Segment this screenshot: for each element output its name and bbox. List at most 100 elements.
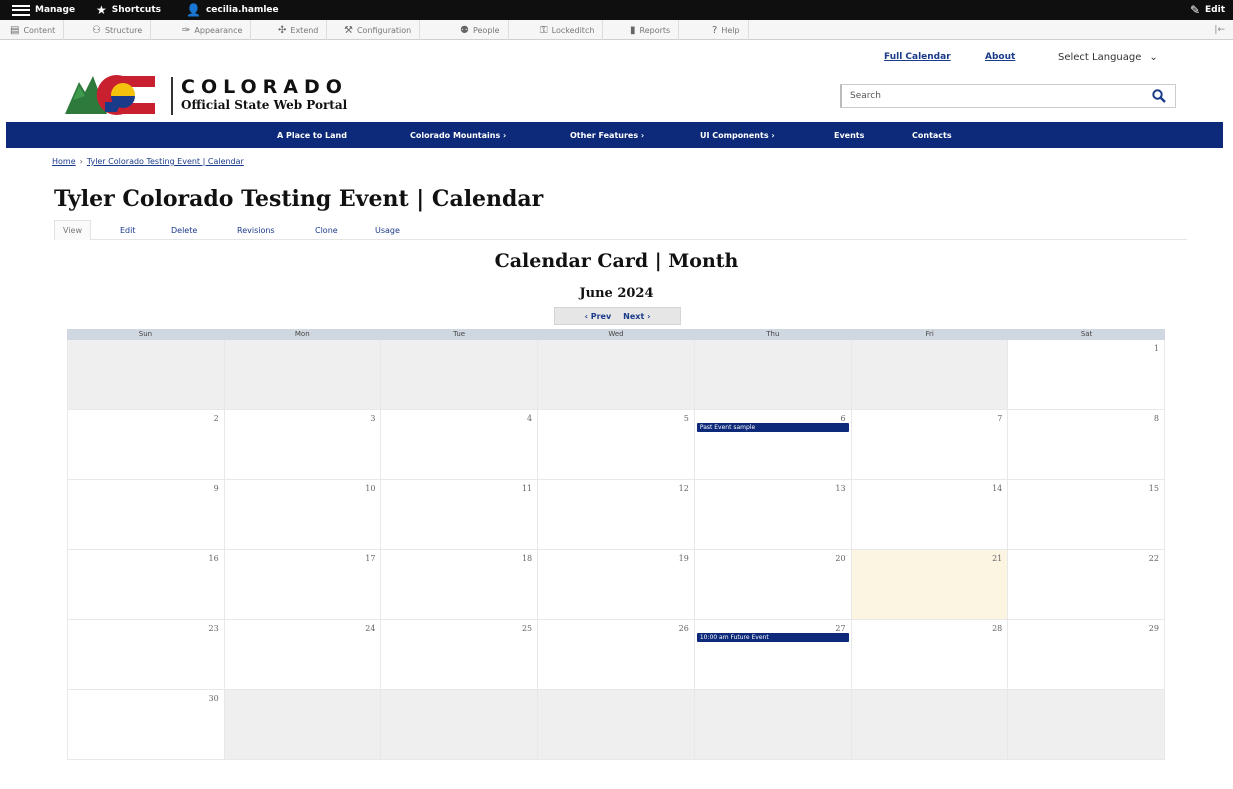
calendar-day-cell[interactable]: 5 <box>538 410 695 480</box>
nav-item-colorado-mountains[interactable]: Colorado Mountains › <box>410 122 506 148</box>
calendar-day-cell[interactable]: 2 <box>68 410 225 480</box>
calendar-day-number: 6 <box>840 414 846 423</box>
tray-label: Lockeditch <box>551 25 595 35</box>
calendar-day-cell[interactable]: 7 <box>851 410 1009 480</box>
calendar-day-cell[interactable]: 22 <box>1008 550 1165 620</box>
weekday-mon: Mon <box>294 330 310 338</box>
calendar-day-number: 10 <box>365 484 376 493</box>
tray-item-reports[interactable]: ▮ Reports <box>630 20 680 40</box>
calendar-day-cell[interactable]: 18 <box>381 550 539 620</box>
nav-item-other-features[interactable]: Other Features › <box>570 122 644 148</box>
calendar-day-number: 25 <box>521 624 533 633</box>
hamburger-icon <box>12 4 30 16</box>
tab-edit[interactable]: Edit <box>120 220 136 240</box>
calendar-day-cell[interactable]: 27 10:00 am Future Event <box>694 620 852 690</box>
calendar-empty-cell <box>851 690 1009 760</box>
calendar-day-number: 23 <box>208 624 219 633</box>
calendar-day-cell[interactable]: 8 <box>1008 410 1165 480</box>
calendar-empty-cell <box>694 690 852 760</box>
prev-month-button[interactable]: ‹ Prev <box>585 312 612 321</box>
manage-button[interactable]: Manage <box>12 0 75 20</box>
tray-label: Appearance <box>194 25 243 35</box>
nav-item-a-place-to-land[interactable]: A Place to Land <box>277 122 347 148</box>
lock-icon: ⚿ <box>540 24 548 36</box>
colorado-logo-icon[interactable] <box>65 72 165 116</box>
calendar-day-cell[interactable]: 1 <box>1008 340 1165 410</box>
calendar-day-cell[interactable]: 12 <box>538 480 695 550</box>
calendar-event[interactable]: 10:00 am Future Event <box>696 633 849 642</box>
calendar-heading: Calendar Card | Month <box>494 250 739 272</box>
breadcrumb-current-link[interactable]: Tyler Colorado Testing Event | Calendar <box>87 157 244 166</box>
edit-button[interactable]: ✎ Edit <box>1190 0 1225 20</box>
calendar-day-cell[interactable]: 17 <box>224 550 382 620</box>
language-select[interactable]: Select Language ⌄ <box>1058 52 1158 63</box>
calendar-day-number: 7 <box>997 414 1003 423</box>
tab-revisions[interactable]: Revisions <box>237 220 275 240</box>
tray-label: Structure <box>104 25 143 35</box>
content-icon: ▤ <box>10 24 20 36</box>
user-button[interactable]: 👤 cecilia.hamlee <box>186 0 279 20</box>
logo-wordmark[interactable]: COLORADO <box>181 76 348 98</box>
calendar-day-number: 30 <box>208 694 219 703</box>
calendar-day-cell[interactable]: 13 <box>694 480 852 550</box>
about-link[interactable]: About <box>985 52 1015 62</box>
calendar-day-cell[interactable]: 6 Past Event sample <box>694 410 852 480</box>
calendar-day-cell[interactable]: 3 <box>224 410 382 480</box>
calendar-day-number: 13 <box>835 484 846 493</box>
shortcuts-button[interactable]: ★ Shortcuts <box>96 0 161 20</box>
tray-label: People <box>472 25 500 35</box>
tray-label: Reports <box>639 25 671 35</box>
tray-item-extend[interactable]: ✣ Extend <box>278 20 328 40</box>
tray-item-structure[interactable]: ⚇ Structure <box>92 20 152 40</box>
tray-label: Content <box>23 25 56 35</box>
tab-delete[interactable]: Delete <box>171 220 197 240</box>
tray-item-content[interactable]: ▤ Content <box>10 20 65 40</box>
calendar-day-cell[interactable]: 4 <box>381 410 539 480</box>
tray-item-help[interactable]: ? Help <box>712 20 749 40</box>
help-icon: ? <box>712 24 718 36</box>
nav-item-contacts[interactable]: Contacts <box>912 122 952 148</box>
calendar-day-cell[interactable]: 21 <box>851 550 1009 620</box>
calendar-day-cell[interactable]: 28 <box>851 620 1009 690</box>
calendar-body: 1 2 3 4 5 6 Past Event sample 7 8 9 10 11 12 13 14 15 16… <box>67 340 1165 760</box>
calendar-day-cell[interactable]: 16 <box>68 550 225 620</box>
calendar-day-cell[interactable]: 29 <box>1008 620 1165 690</box>
people-icon: ⚉ <box>460 24 469 36</box>
breadcrumb-home-link[interactable]: Home <box>52 157 76 166</box>
calendar-day-cell[interactable]: 26 <box>538 620 695 690</box>
user-label: cecilia.hamlee <box>205 5 279 15</box>
tray-item-people[interactable]: ⚉ People <box>460 20 509 40</box>
full-calendar-link[interactable]: Full Calendar <box>884 52 951 62</box>
calendar-day-cell[interactable]: 23 <box>68 620 225 690</box>
calendar-day-cell[interactable]: 15 <box>1008 480 1165 550</box>
calendar-event[interactable]: Past Event sample <box>696 423 849 432</box>
tab-clone[interactable]: Clone <box>315 220 338 240</box>
calendar-empty-cell <box>538 690 695 760</box>
collapse-tray-button[interactable]: |← <box>1214 20 1225 40</box>
tray-item-configuration[interactable]: ⚒ Configuration <box>344 20 421 40</box>
nav-item-ui-components[interactable]: UI Components › <box>700 122 775 148</box>
calendar-day-cell[interactable]: 25 <box>381 620 539 690</box>
calendar-day-cell[interactable]: 30 <box>68 690 225 760</box>
calendar-day-cell[interactable]: 10 <box>224 480 382 550</box>
tab-usage[interactable]: Usage <box>375 220 400 240</box>
search-icon[interactable] <box>1151 88 1167 104</box>
calendar-day-number: 2 <box>213 414 219 423</box>
tray-item-appearance[interactable]: ✑ Appearance <box>182 20 252 40</box>
tab-view[interactable]: View <box>54 220 91 240</box>
calendar-day-cell[interactable]: 11 <box>381 480 539 550</box>
calendar-day-cell[interactable]: 24 <box>224 620 382 690</box>
calendar-day-number: 24 <box>365 624 376 633</box>
calendar-day-cell[interactable]: 20 <box>694 550 852 620</box>
calendar-day-cell[interactable]: 9 <box>68 480 225 550</box>
weekday-fri: Fri <box>925 330 934 338</box>
tray-label: Help <box>721 25 740 35</box>
next-month-button[interactable]: Next › <box>623 312 650 321</box>
tray-item-lockeditch[interactable]: ⚿ Lockeditch <box>540 20 604 40</box>
search-input[interactable] <box>850 88 1140 104</box>
nav-item-events[interactable]: Events <box>834 122 864 148</box>
calendar-day-number: 16 <box>208 554 219 563</box>
weekday-sat: Sat <box>1080 330 1093 338</box>
calendar-day-cell[interactable]: 19 <box>538 550 695 620</box>
calendar-day-cell[interactable]: 14 <box>851 480 1009 550</box>
